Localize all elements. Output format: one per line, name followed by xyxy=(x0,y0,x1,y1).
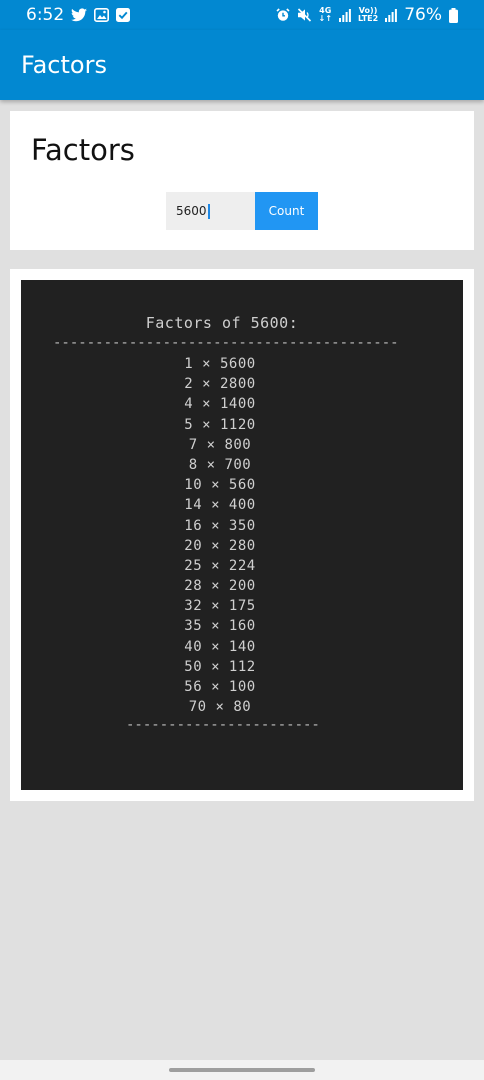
status-right: 4G ↓↑ Vo)) LTE2 76% xyxy=(275,5,458,25)
factor-row: 4 × 1400 xyxy=(184,396,256,413)
factor-row: 50 × 112 xyxy=(184,658,256,675)
output-terminal: Factors of 5600: -----------------------… xyxy=(21,280,463,790)
factor-list: 1 × 5600 2 × 2800 4 × 1400 5 × 1120 7 × 800 8… xyxy=(21,354,419,717)
mute-icon xyxy=(297,8,312,22)
factor-row: 28 × 200 xyxy=(184,578,256,595)
factor-row: 7 × 800 xyxy=(188,436,252,453)
status-time: 6:52 xyxy=(26,5,65,25)
battery-percent: 76% xyxy=(404,5,442,25)
divider-bottom: ---------------------------- xyxy=(126,718,322,732)
signal-icon xyxy=(338,8,351,22)
app-title: Factors xyxy=(21,51,107,79)
volte-lte2-indicator: Vo)) LTE2 xyxy=(357,6,379,23)
signal-icon xyxy=(385,8,398,22)
factor-row: 20 × 280 xyxy=(184,537,256,554)
factor-row: 70 × 80 xyxy=(188,699,252,716)
twitter-icon xyxy=(71,8,88,22)
factor-row: 56 × 100 xyxy=(184,679,256,695)
count-button[interactable]: Count xyxy=(255,192,318,230)
input-card: Factors 5600 Count xyxy=(10,111,474,250)
app-bar: Factors xyxy=(0,30,484,100)
factor-row: 32 × 175 xyxy=(184,598,256,615)
factor-row: 16 × 350 xyxy=(184,517,256,534)
status-bar: 6:52 4G ↓↑ Vo)) LTE2 76% xyxy=(0,0,484,30)
factor-row: 5 × 1120 xyxy=(184,416,256,433)
output-title: Factors of 5600: xyxy=(145,314,299,332)
alarm-icon xyxy=(275,8,290,22)
check-box-icon xyxy=(116,8,131,22)
gallery-icon xyxy=(94,8,110,22)
factor-row: 40 × 140 xyxy=(184,638,256,655)
status-left: 6:52 xyxy=(26,5,131,25)
number-input-value: 5600 xyxy=(176,204,207,218)
network-4g-indicator: 4G ↓↑ xyxy=(318,6,332,23)
number-input[interactable]: 5600 xyxy=(166,192,255,230)
factor-row: 35 × 160 xyxy=(184,618,256,635)
factor-row: 14 × 400 xyxy=(184,497,256,514)
factor-row: 10 × 560 xyxy=(184,477,256,494)
text-cursor xyxy=(207,203,210,219)
home-gesture-bar[interactable] xyxy=(169,1068,315,1072)
battery-icon xyxy=(449,7,458,23)
factor-row: 25 × 224 xyxy=(184,557,256,574)
card-title: Factors xyxy=(31,133,135,167)
output-card: Factors of 5600: -----------------------… xyxy=(10,269,474,801)
divider-top: ----------------------------------------… xyxy=(53,336,397,350)
factor-row: 8 × 700 xyxy=(188,456,252,473)
factor-row: 1 × 5600 xyxy=(184,356,256,372)
factor-row: 2 × 2800 xyxy=(184,376,256,393)
